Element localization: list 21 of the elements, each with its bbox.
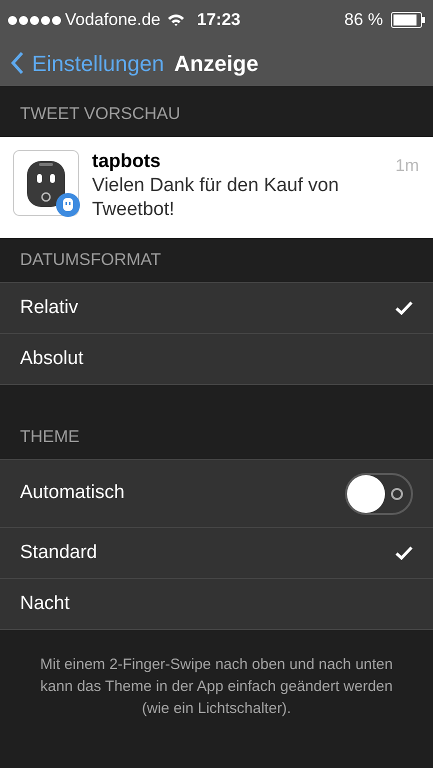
tweet-time: 1m — [395, 155, 419, 177]
section-header: TWEET VORSCHAU — [19, 102, 182, 124]
footer-note: Mit einem 2-Finger-Swipe nach oben und nach unten kann das Theme in der App einfach geändert werden (wie ein Lichtschalter). — [39, 655, 394, 719]
option-row[interactable]: Nacht — [0, 579, 433, 630]
setting-label: Automatisch — [20, 481, 126, 506]
toggle-switch[interactable] — [345, 472, 413, 514]
clock-time: 17:23 — [197, 9, 240, 32]
tweet-text: Vielen Dank für den Kauf von Tweetbot! — [92, 174, 340, 222]
battery-icon — [391, 12, 425, 28]
chevron-left-icon — [10, 51, 24, 75]
robot-app-icon — [13, 150, 79, 216]
option-row[interactable]: Relativ — [0, 283, 433, 334]
battery-percent: 86 % — [344, 9, 383, 32]
option-row[interactable]: Absolut — [0, 334, 433, 385]
carrier-name: Vodafone.de — [65, 9, 160, 32]
wifi-icon — [168, 14, 184, 26]
screen-title: Anzeige — [174, 50, 258, 78]
signal-icon — [8, 16, 61, 24]
tweet-author: tapbots — [92, 150, 161, 174]
option-row[interactable]: Standard — [0, 528, 433, 579]
tweetbot-badge-icon — [56, 193, 80, 217]
